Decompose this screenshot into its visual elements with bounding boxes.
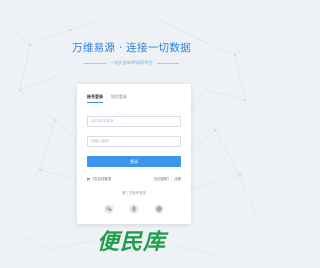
password-input[interactable]: 请输入密码 <box>87 136 181 147</box>
remember-me[interactable]: 7天自动登录 <box>87 177 111 181</box>
bianminku-watermark: 便民库 <box>96 230 166 255</box>
account-links: 忘记密码? | 注册 <box>154 177 181 181</box>
link-separator: | <box>171 177 173 181</box>
tab-sms-login[interactable]: 短信登录 <box>111 94 127 102</box>
subtitle-divider-left <box>84 62 107 64</box>
username-input[interactable]: 用户名/手机号 <box>87 116 181 127</box>
register-link[interactable]: 注册 <box>174 177 181 181</box>
remember-label: 7天自动登录 <box>92 177 112 181</box>
page-subtitle: 一站式全网API调用平台 <box>0 60 263 66</box>
subtitle-text: 一站式全网API调用平台 <box>110 60 153 65</box>
tab-account-login[interactable]: 账号登录 <box>87 94 103 103</box>
page-title: 万维易源 · 连接一切数据 <box>72 42 191 54</box>
login-tabs: 账号登录 短信登录 <box>87 94 135 103</box>
wechat-icon[interactable] <box>104 203 114 214</box>
forgot-password-link[interactable]: 忘记密码? <box>154 177 169 181</box>
remember-checkbox[interactable] <box>87 177 90 181</box>
login-card: 账号登录 短信登录 用户名/手机号 请输入密码 登录 7天自动登录 忘记密码? | 注… <box>77 84 191 224</box>
login-button[interactable]: 登录 <box>87 156 181 167</box>
qq-icon[interactable] <box>129 203 139 214</box>
third-party-title: 第三方账号登录 <box>122 191 146 195</box>
subtitle-divider-right <box>156 62 179 64</box>
github-icon[interactable] <box>154 203 164 214</box>
third-party-login <box>77 198 191 217</box>
